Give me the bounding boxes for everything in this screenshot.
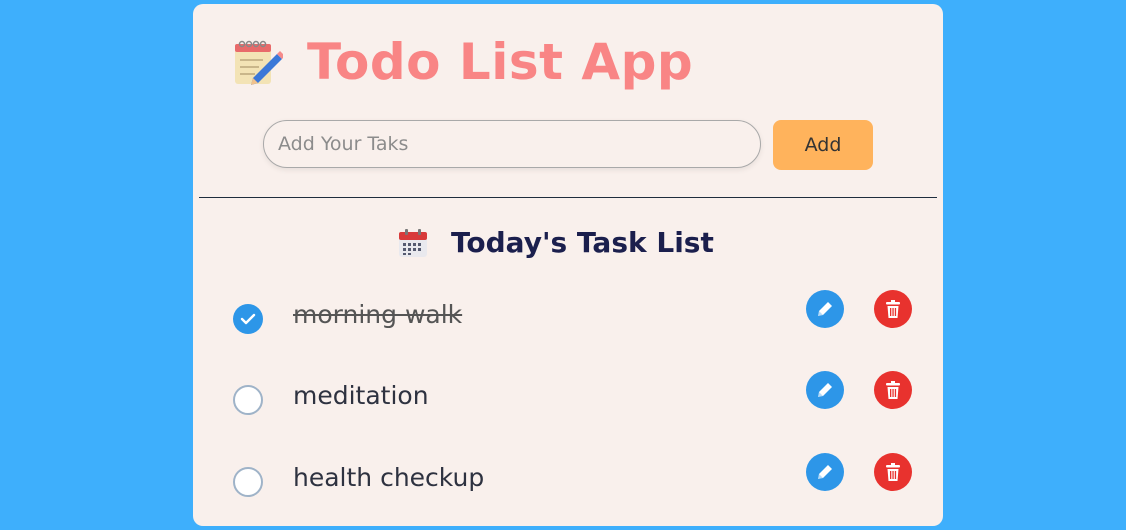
task-label: meditation [293, 381, 429, 410]
list-heading: Today's Task List [397, 226, 714, 259]
task-row: health checkup [193, 453, 943, 513]
app-title: Todo List App [231, 32, 693, 92]
memo-pencil-icon [235, 40, 283, 85]
task-label: health checkup [293, 463, 485, 492]
pencil-icon [818, 465, 832, 479]
trash-icon [886, 381, 900, 399]
edit-button[interactable] [806, 290, 844, 328]
todo-card: Todo List App Add Today's Task List mo [193, 4, 943, 526]
task-checkbox[interactable] [233, 467, 263, 497]
delete-button[interactable] [874, 371, 912, 409]
task-checkbox[interactable] [233, 385, 263, 415]
pencil-icon [818, 302, 832, 316]
trash-icon [886, 300, 900, 318]
delete-button[interactable] [874, 453, 912, 491]
list-heading-text: Today's Task List [451, 226, 714, 259]
task-input[interactable] [263, 120, 761, 168]
task-row: meditation [193, 371, 943, 431]
task-checkbox-checked[interactable] [233, 304, 263, 334]
edit-button[interactable] [806, 453, 844, 491]
pencil-icon [818, 383, 832, 397]
add-button[interactable]: Add [773, 120, 873, 170]
check-icon [240, 313, 256, 325]
task-label: morning walk [293, 300, 463, 329]
calendar-icon [399, 228, 427, 257]
app-title-text: Todo List App [307, 33, 694, 91]
task-row: morning walk [193, 290, 943, 350]
delete-button[interactable] [874, 290, 912, 328]
edit-button[interactable] [806, 371, 844, 409]
divider [199, 197, 937, 198]
trash-icon [886, 463, 900, 481]
